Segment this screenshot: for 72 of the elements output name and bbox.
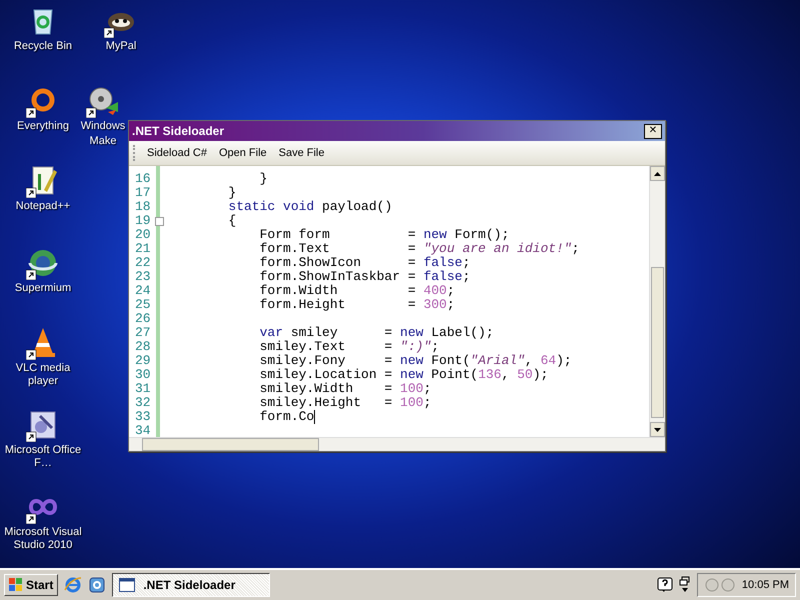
- code-line: form.ShowIcon = false;: [260, 256, 470, 270]
- scroll-thumb[interactable]: [651, 267, 664, 418]
- down-arrow-icon: [654, 428, 661, 432]
- line-number: 25: [134, 298, 152, 312]
- close-button[interactable]: ✕: [644, 124, 662, 138]
- scroll-up-button[interactable]: [650, 166, 665, 181]
- code-line: smiley.Text = ":)";: [260, 340, 440, 354]
- collapse-icon[interactable]: [155, 217, 164, 226]
- windows-flag-icon: [9, 578, 23, 592]
- line-number: 29: [134, 354, 152, 368]
- desktop-icon-label: Make: [90, 135, 116, 148]
- line-number: 30: [134, 368, 152, 382]
- desktop-icon-label: Windows: [80, 120, 126, 133]
- code-line: form.Width = 400;: [260, 284, 455, 298]
- code-line: form.Height = 300;: [260, 298, 455, 312]
- line-number: 17: [134, 186, 152, 200]
- window-icon: [119, 578, 136, 592]
- desktop-icon-label: Notepad++: [16, 200, 70, 213]
- code-line: static void payload(): [228, 200, 392, 214]
- line-number: 20: [134, 228, 152, 242]
- code-line: smiley.Location = new Point(136, 50);: [260, 368, 548, 382]
- code-line: var smiley = new Label();: [260, 326, 494, 340]
- line-number: 16: [134, 172, 152, 186]
- line-number: 21: [134, 242, 152, 256]
- help-icon[interactable]: [656, 577, 673, 593]
- code-line: {: [228, 214, 236, 228]
- code-line: Form form = new Form();: [260, 228, 510, 242]
- code-line: form.Co: [260, 410, 314, 424]
- browser-e-icon[interactable]: [64, 576, 82, 594]
- desktop-icon-label: Everything: [17, 120, 69, 133]
- code-line: form.Text = "you are an idiot!";: [260, 242, 580, 256]
- clock[interactable]: 10:05 PM: [742, 579, 789, 591]
- desktop-icon-label: Microsoft Visual Studio 2010: [3, 526, 83, 552]
- horizontal-scrollbar[interactable]: [129, 437, 665, 451]
- desktop-icon-label: MyPal: [106, 40, 136, 53]
- desktop-icon-label: Supermium: [14, 282, 72, 295]
- notepad-icon[interactable]: [26, 164, 60, 198]
- line-number: 18: [134, 200, 152, 214]
- code-line: }: [228, 186, 236, 200]
- toolbar-button[interactable]: Sideload C#: [142, 144, 212, 162]
- code-line: }: [260, 172, 268, 186]
- code-line: form.ShowInTaskbar = false;: [260, 270, 470, 284]
- window-title: .NET Sideloader: [132, 124, 224, 138]
- line-number: 19: [129, 214, 156, 228]
- start-button[interactable]: Start: [4, 574, 58, 596]
- scroll-thumb[interactable]: [142, 438, 319, 451]
- desktop-icon-label: Microsoft Office F…: [4, 444, 82, 470]
- line-number: 28: [134, 340, 152, 354]
- network-icon[interactable]: [678, 576, 691, 594]
- toolbar-grip[interactable]: [133, 145, 138, 161]
- line-number: 31: [134, 382, 152, 396]
- toolbar-button[interactable]: Save File: [274, 144, 330, 162]
- line-number: 22: [134, 256, 152, 270]
- toolbar-button[interactable]: Open File: [214, 144, 272, 162]
- line-number: 34: [134, 424, 152, 438]
- up-arrow-icon: [654, 172, 661, 176]
- line-number: 23: [134, 270, 152, 284]
- line-number: 27: [134, 326, 152, 340]
- line-number: 24: [134, 284, 152, 298]
- vertical-scrollbar[interactable]: [649, 166, 665, 437]
- code-line: smiley.Width = 100;: [260, 382, 432, 396]
- line-number: 26: [134, 312, 152, 326]
- desktop-icon-label: VLC media player: [14, 362, 72, 388]
- taskbar-window-button[interactable]: .NET Sideloader: [112, 573, 270, 597]
- app-shortcut-icon[interactable]: [88, 576, 106, 594]
- code-line: smiley.Height = 100;: [260, 396, 432, 410]
- line-number: 32: [134, 396, 152, 410]
- line-number: 33: [134, 410, 152, 424]
- code-editor[interactable]: [129, 166, 665, 437]
- scroll-down-button[interactable]: [650, 422, 665, 437]
- desktop-icon-label: Recycle Bin: [14, 40, 72, 53]
- code-line: smiley.Fony = new Font("Arial", 64);: [260, 354, 572, 368]
